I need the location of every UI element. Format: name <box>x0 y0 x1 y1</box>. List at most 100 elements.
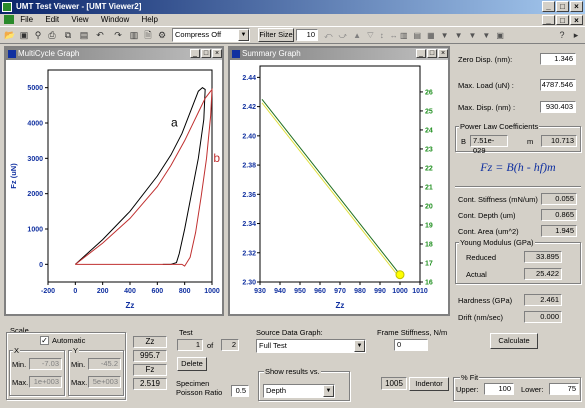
print-icon[interactable]: ⎙ <box>46 29 58 41</box>
undo-icon[interactable]: ↶ <box>94 29 106 41</box>
y-min-input[interactable]: -45.2 <box>88 358 121 370</box>
y2-tick-label: 23 <box>425 146 433 153</box>
frame-stiffness-input[interactable]: 0 <box>394 339 428 351</box>
poisson-input[interactable]: 0.5 <box>231 385 249 397</box>
lower-input[interactable]: 75 <box>549 383 579 395</box>
menu-window[interactable]: Window <box>101 15 129 24</box>
compress-value: Compress Off <box>175 30 222 39</box>
window-titlebar: UMT Test Viewer - [UMT Viewer2] <box>0 0 585 14</box>
export-icon[interactable]: ▥ <box>128 29 140 41</box>
divider <box>455 186 581 188</box>
print-preview-icon[interactable]: 🗎 <box>142 29 154 41</box>
maximize-button[interactable]: □ <box>556 1 569 12</box>
delete-button[interactable]: Delete <box>177 357 207 371</box>
find-icon[interactable]: ⚲ <box>32 29 44 41</box>
upper-input[interactable]: 100 <box>484 383 514 395</box>
compress-select[interactable]: Compress Off ▼ <box>172 28 250 42</box>
help-icon[interactable]: ? <box>556 29 568 41</box>
zz-label: Zz <box>133 336 167 348</box>
settings-icon[interactable]: ⚙ <box>156 29 168 41</box>
y-tick-label: 4000 <box>27 121 43 128</box>
zero-disp-input[interactable]: 1.346 <box>540 53 576 65</box>
minimize-button[interactable]: _ <box>542 1 555 12</box>
y-tick-label: 2.34 <box>242 221 256 228</box>
y-max-input[interactable]: 5e+003 <box>88 376 121 388</box>
plot-frame <box>259 65 421 283</box>
filter-size-input[interactable]: 10 <box>296 29 318 41</box>
show-results-select[interactable]: Depth ▼ <box>263 384 335 398</box>
automatic-checkbox[interactable]: ✓ <box>40 336 49 345</box>
multicycle-chart: -200 0 200 400 600 800 1000 0 1000 2000 3000 4000 50… <box>9 69 220 310</box>
y-tick-label: 2000 <box>27 191 43 198</box>
y2-tick-label: 25 <box>425 108 433 115</box>
context-help-icon[interactable]: ▸ <box>570 29 582 41</box>
hardness-value: 2.461 <box>524 294 562 306</box>
y2-tick-label: 24 <box>425 127 433 134</box>
test-spinner-value: 1 <box>195 340 200 349</box>
calculate-button[interactable]: Calculate <box>490 333 538 349</box>
x-tick-label: 930 <box>254 288 266 295</box>
filter-size-button[interactable]: Filter Size <box>258 28 294 42</box>
x-min-input[interactable]: -7.03 <box>29 358 62 370</box>
poisson-label: Specimen Poisson Ratio <box>176 379 223 397</box>
save-icon[interactable]: ▣ <box>18 29 30 41</box>
b-value: 7.51e-029 <box>470 135 508 155</box>
m-value: 10.713 <box>541 135 577 147</box>
graph-minimize-button[interactable]: _ <box>416 49 426 58</box>
app-icon <box>2 2 12 12</box>
menu-help[interactable]: Help <box>142 15 158 24</box>
x-max-label: Max. <box>12 378 29 387</box>
x-tick-label: 1000 <box>392 288 408 295</box>
power-law-formula: Fz = B(h - hf)m <box>480 160 556 174</box>
x-max-input[interactable]: 1e+003 <box>29 376 62 388</box>
frame-stiffness-title: Frame Stiffness, N/m <box>377 328 448 337</box>
child-close-button[interactable]: × <box>570 15 583 25</box>
graph-close-button[interactable]: × <box>212 49 222 58</box>
menu-view[interactable]: View <box>71 15 88 24</box>
max-disp-input[interactable]: 930.403 <box>540 101 576 113</box>
graph-maximize-button[interactable]: □ <box>201 49 211 58</box>
multicycle-graph-title: MultiCycle Graph <box>18 49 80 58</box>
child-restore-button[interactable]: □ <box>556 15 569 25</box>
graph-close-button[interactable]: × <box>438 49 448 58</box>
y-tick-label: 5000 <box>27 85 43 92</box>
of-label: of <box>207 341 214 350</box>
y-tick-label: 2.30 <box>242 280 256 287</box>
paste-icon[interactable]: ▤ <box>78 29 90 41</box>
multicycle-graph-titlebar: MultiCycle Graph _ □ × <box>6 48 222 60</box>
graph-toolbar-icons: ▥▤▦▼▼▼▼▣ <box>400 31 510 40</box>
open-icon[interactable]: 📂 <box>4 29 16 41</box>
x-min-label: Min. <box>12 360 27 369</box>
series-line-a <box>74 87 206 265</box>
power-law-title: Power Law Coefficients <box>459 122 540 131</box>
menu-file[interactable]: File <box>20 15 33 24</box>
copy-icon[interactable]: ⧉ <box>62 29 74 41</box>
close-button[interactable]: × <box>570 1 583 12</box>
cont-depth-value: 0.865 <box>541 209 577 221</box>
menu-edit[interactable]: Edit <box>45 15 59 24</box>
y2-tick-label: 20 <box>425 203 433 210</box>
summary-chart: 930 940 950 960 970 980 990 1000 1010 2.30 2.32 2.3… <box>242 16 433 310</box>
graph-icon <box>8 50 16 58</box>
max-load-input[interactable]: 4787.546 <box>540 79 576 91</box>
x-tick-label: 0 <box>73 288 77 295</box>
y-tick-label: 2.32 <box>242 250 256 257</box>
x-tick-label: 950 <box>294 288 306 295</box>
x-tick-label: 400 <box>124 288 136 295</box>
graph-minimize-button[interactable]: _ <box>190 49 200 58</box>
graph-maximize-button[interactable]: □ <box>427 49 437 58</box>
upper-label: Upper: <box>456 385 479 394</box>
indentor-button[interactable]: Indentor <box>409 377 449 391</box>
x-tick-label: 990 <box>374 288 386 295</box>
y-scale-group <box>68 350 124 396</box>
child-minimize-button[interactable]: _ <box>542 15 555 25</box>
y-tick-label: 3000 <box>27 156 43 163</box>
y-max-label: Max. <box>71 378 88 387</box>
source-data-select[interactable]: Full Test ▼ <box>256 339 366 353</box>
y-tick-label: 0 <box>39 262 43 269</box>
redo-icon[interactable]: ↷ <box>112 29 124 41</box>
zz-value: 995.7 <box>133 350 167 362</box>
y-tick-label: 2.38 <box>242 163 256 170</box>
test-spinner[interactable]: 1 <box>177 339 203 351</box>
m-label: m <box>527 137 534 146</box>
